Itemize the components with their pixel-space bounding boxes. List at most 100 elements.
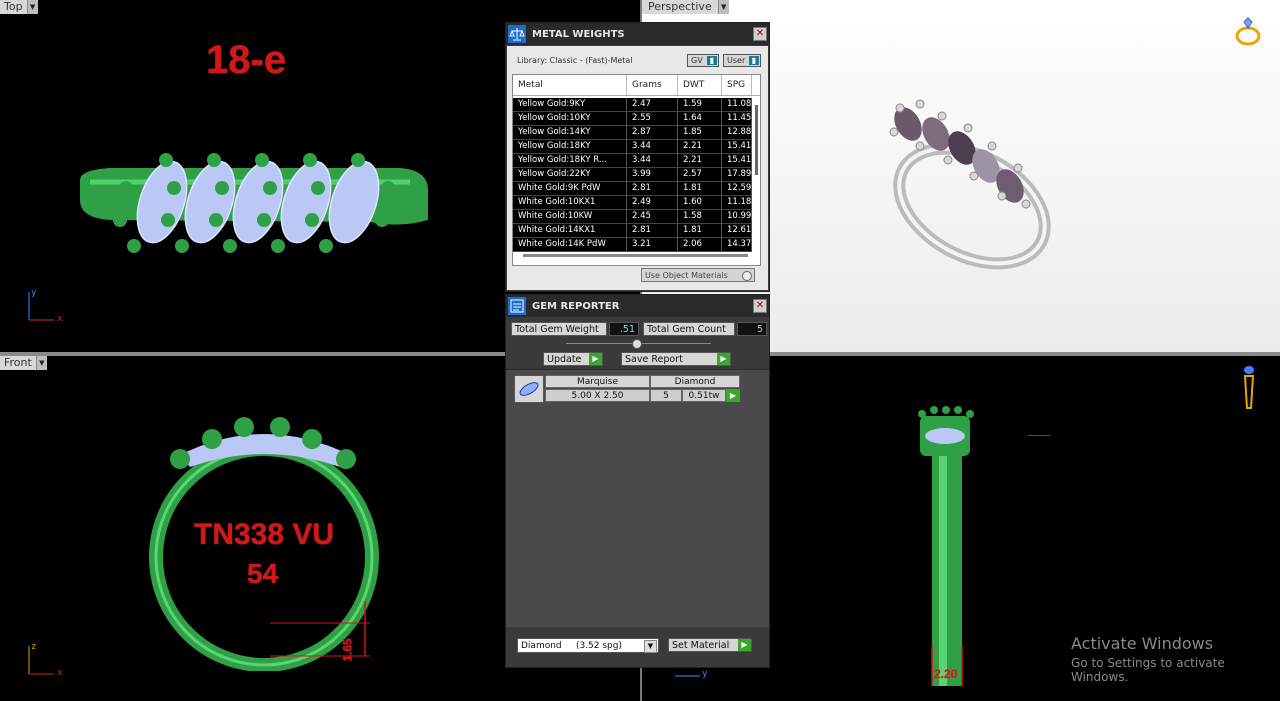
divider-slider[interactable]: [566, 339, 711, 349]
gem-list-area[interactable]: Marquise Diamond 5.00 X 2.50 5 0.51tw ▶: [506, 369, 769, 627]
save-report-button[interactable]: Save Report ▶: [621, 352, 731, 366]
viewport-top-label[interactable]: Top ▼: [0, 0, 38, 14]
cell-dwt: 2.21: [678, 154, 722, 168]
total-gem-weight-value: .51: [609, 322, 639, 336]
material-select[interactable]: Diamond (3.52 spg) ▼: [517, 638, 659, 653]
axis-x-label: x: [57, 314, 63, 324]
viewport-perspective-label[interactable]: Perspective ▼: [642, 0, 729, 14]
table-row[interactable]: White Gold:10KX1 2.49 1.60 11.18: [513, 196, 760, 210]
cell-grams: 3.44: [627, 154, 678, 168]
table-row[interactable]: White Gold:10KW 2.45 1.58 10.99: [513, 210, 760, 224]
table-row[interactable]: Yellow Gold:22KY 3.99 2.57 17.89: [513, 168, 760, 182]
gem-reporter-panel[interactable]: GEM REPORTER ✕ Total Gem Weight .51 Tota…: [505, 294, 770, 668]
gem-material: Diamond: [650, 375, 740, 388]
cell-grams: 3.21: [627, 238, 678, 252]
horizontal-scrollbar[interactable]: [523, 254, 748, 257]
viewport-top[interactable]: Top ▼ 18-e y x: [0, 0, 505, 352]
cell-grams: 2.87: [627, 126, 678, 140]
cell-metal: White Gold:10KX1: [513, 196, 627, 210]
gem-weight: 0.51tw: [682, 389, 726, 402]
table-row[interactable]: White Gold:14K PdW 3.21 2.06 14.37: [513, 238, 760, 252]
table-row[interactable]: Yellow Gold:9KY 2.47 1.59 11.08: [513, 98, 760, 112]
cell-metal: Yellow Gold:22KY: [513, 168, 627, 182]
use-object-materials-toggle[interactable]: Use Object Materials: [641, 268, 755, 282]
cell-spg: 10.99: [722, 210, 752, 224]
close-icon[interactable]: ✕: [753, 27, 767, 41]
viewport-front-label[interactable]: Front ▼: [0, 356, 47, 370]
red-marker: [1028, 435, 1050, 436]
scale-icon: [506, 23, 528, 45]
column-header-spg[interactable]: SPG: [722, 75, 752, 95]
table-row[interactable]: Yellow Gold:18KY 3.44 2.21 15.41: [513, 140, 760, 154]
user-toggle-label: User: [727, 56, 746, 65]
user-toggle[interactable]: User ▮: [723, 54, 761, 67]
radio-icon: [742, 271, 752, 281]
top-axis-gizmo: y x: [26, 288, 66, 330]
set-material-button[interactable]: Set Material ▶: [668, 638, 752, 652]
column-header-metal[interactable]: Metal: [513, 75, 627, 95]
cell-grams: 3.99: [627, 168, 678, 182]
activate-windows-subtitle: Go to Settings to activate Windows.: [1071, 656, 1225, 684]
axis-y-label: y: [702, 669, 708, 679]
update-button[interactable]: Update ▶: [543, 352, 603, 366]
table-row[interactable]: Yellow Gold:14KY 2.87 1.85 12.88: [513, 126, 760, 140]
metal-weights-titlebar[interactable]: METAL WEIGHTS ✕: [506, 23, 769, 45]
gem-reporter-titlebar[interactable]: GEM REPORTER ✕: [506, 295, 769, 317]
gem-cut: Marquise: [545, 375, 650, 388]
cell-metal: White Gold:10KW: [513, 210, 627, 224]
chevron-down-icon[interactable]: ▼: [35, 356, 47, 370]
cell-dwt: 1.58: [678, 210, 722, 224]
table-row[interactable]: White Gold:14KX1 2.81 1.81 12.61: [513, 224, 760, 238]
chevron-down-icon[interactable]: ▼: [26, 0, 38, 14]
side-dimension: 2.20: [934, 667, 958, 681]
cell-dwt: 2.21: [678, 140, 722, 154]
metal-weights-body: Library: Classic - (Fast)-Metal GV ▮ Use…: [507, 46, 768, 290]
chevron-down-icon[interactable]: ▼: [717, 0, 729, 14]
front-annotation-line1: TN338 VU: [194, 518, 335, 551]
activate-windows-title: Activate Windows: [1071, 634, 1214, 653]
gem-report-icon: [506, 295, 528, 317]
cell-dwt: 2.57: [678, 168, 722, 182]
cell-metal: Yellow Gold:18KY R...: [513, 154, 627, 168]
gv-toggle[interactable]: GV ▮: [687, 54, 719, 67]
ring-hanger-icon[interactable]: [1242, 364, 1256, 410]
slider-handle[interactable]: [632, 339, 642, 349]
chevron-down-icon[interactable]: ▼: [644, 640, 657, 653]
top-annotation: 18-e: [206, 38, 287, 82]
metal-weights-panel[interactable]: METAL WEIGHTS ✕ Library: Classic - (Fast…: [505, 22, 770, 292]
column-header-dwt[interactable]: DWT: [678, 75, 722, 95]
ring-icon[interactable]: [1232, 16, 1264, 48]
viewport-front-name: Front: [0, 356, 36, 370]
cell-dwt: 1.64: [678, 112, 722, 126]
gv-toggle-label: GV: [691, 56, 703, 65]
cell-spg: 11.45: [722, 112, 752, 126]
cell-dwt: 1.59: [678, 98, 722, 112]
play-arrow-icon: ▶: [717, 353, 730, 365]
cell-metal: Yellow Gold:10KY: [513, 112, 627, 126]
metal-weights-table[interactable]: Metal Grams DWT SPG Yellow Gold:9KY 2.47 1…: [512, 74, 761, 266]
toggle-switch-icon: ▮: [749, 56, 759, 65]
cell-dwt: 1.81: [678, 224, 722, 238]
gem-expand-button[interactable]: ▶: [726, 389, 740, 402]
table-row[interactable]: Yellow Gold:10KY 2.55 1.64 11.45: [513, 112, 760, 126]
cell-metal: White Gold:9K PdW: [513, 182, 627, 196]
ring-top-view: [80, 153, 428, 253]
cell-spg: 12.59: [722, 182, 752, 196]
close-icon[interactable]: ✕: [753, 299, 767, 313]
cell-spg: 11.18: [722, 196, 752, 210]
gem-size: 5.00 X 2.50: [545, 389, 650, 402]
material-select-value: Diamond (3.52 spg): [521, 641, 622, 651]
cell-grams: 3.44: [627, 140, 678, 154]
front-annotation-line2: 54: [247, 558, 279, 589]
table-row[interactable]: Yellow Gold:18KY R... 3.44 2.21 15.41: [513, 154, 760, 168]
column-header-grams[interactable]: Grams: [627, 75, 678, 95]
total-gem-weight-label: Total Gem Weight: [511, 322, 607, 336]
gem-list-item[interactable]: Marquise Diamond 5.00 X 2.50 5 0.51tw ▶: [514, 375, 742, 405]
total-gem-count-label: Total Gem Count: [643, 322, 735, 336]
cell-dwt: 1.81: [678, 182, 722, 196]
cell-grams: 2.47: [627, 98, 678, 112]
vertical-scrollbar[interactable]: [755, 105, 758, 175]
viewport-front[interactable]: Front ▼ TN338 VU 54 1.65 z x: [0, 356, 505, 701]
cell-grams: 2.55: [627, 112, 678, 126]
table-row[interactable]: White Gold:9K PdW 2.81 1.81 12.59: [513, 182, 760, 196]
